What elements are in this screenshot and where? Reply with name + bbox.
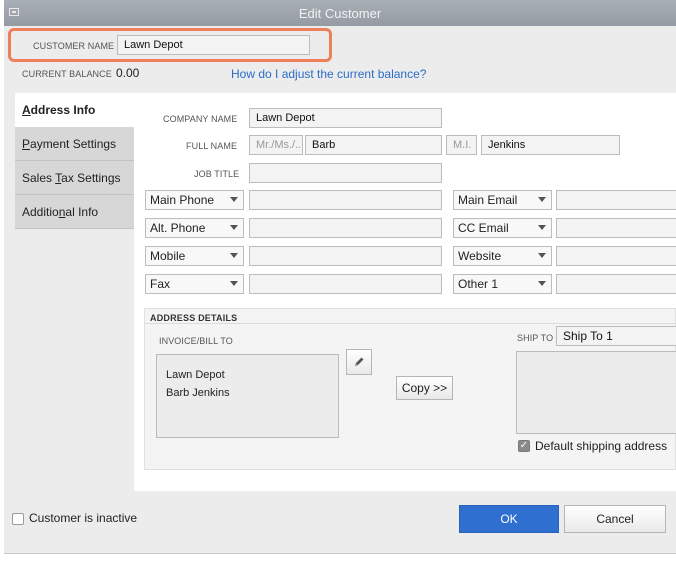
mobile-input[interactable] <box>249 246 442 266</box>
chevron-down-icon <box>230 225 238 230</box>
tab-address-info[interactable]: Address Info <box>15 93 134 127</box>
edit-address-button[interactable] <box>346 349 372 375</box>
tab-payment-settings[interactable]: Payment Settings <box>15 127 134 161</box>
ship-to-address[interactable] <box>516 351 676 434</box>
edit-customer-window: Edit Customer CUSTOMER NAME Lawn Depot C… <box>4 0 676 554</box>
website-input[interactable] <box>556 246 676 266</box>
customer-inactive-label: Customer is inactive <box>29 511 138 525</box>
bill-to-address[interactable]: Lawn Depot Barb Jenkins <box>156 354 339 438</box>
mobile-type-select[interactable]: Mobile <box>145 246 244 266</box>
name-title-input[interactable]: Mr./Ms./... <box>249 135 303 155</box>
current-balance-label: CURRENT BALANCE <box>22 69 112 79</box>
other-type-select[interactable]: Other 1 <box>453 274 552 294</box>
other-input[interactable] <box>556 274 676 294</box>
default-shipping-label: Default shipping address <box>535 439 668 453</box>
address-info-panel: COMPANY NAME Lawn Depot FULL NAME Mr./Ms… <box>134 93 676 491</box>
cc-email-type-select[interactable]: CC Email <box>453 218 552 238</box>
fax-type-select[interactable]: Fax <box>145 274 244 294</box>
cancel-button[interactable]: Cancel <box>564 505 666 533</box>
alt-phone-input[interactable] <box>249 218 442 238</box>
customer-tabs: Address Info Payment Settings Sales Tax … <box>15 93 134 229</box>
job-title-label: JOB TITLE <box>194 169 240 179</box>
ship-to-select[interactable]: Ship To 1 <box>556 326 676 346</box>
customer-name-input[interactable]: Lawn Depot <box>117 35 310 55</box>
cc-email-input[interactable] <box>556 218 676 238</box>
title-bar: Edit Customer <box>4 0 676 26</box>
last-name-input[interactable]: Jenkins <box>481 135 620 155</box>
fax-input[interactable] <box>249 274 442 294</box>
main-email-input[interactable] <box>556 190 676 210</box>
company-name-input[interactable]: Lawn Depot <box>249 108 442 128</box>
copy-address-button[interactable]: Copy >> <box>396 376 453 400</box>
chevron-down-icon <box>538 225 546 230</box>
job-title-input[interactable] <box>249 163 442 183</box>
pencil-icon <box>355 357 364 366</box>
tab-sales-tax-settings[interactable]: Sales Tax Settings <box>15 161 134 195</box>
address-details-heading: ADDRESS DETAILS <box>150 313 238 323</box>
chevron-down-icon <box>230 197 238 202</box>
middle-initial-input[interactable]: M.I. <box>446 135 477 155</box>
chevron-down-icon <box>538 281 546 286</box>
main-phone-input[interactable] <box>249 190 442 210</box>
chevron-down-icon <box>538 253 546 258</box>
bill-to-line: Lawn Depot <box>166 369 225 381</box>
window-title: Edit Customer <box>298 6 382 21</box>
alt-phone-type-select[interactable]: Alt. Phone <box>145 218 244 238</box>
bill-to-line: Barb Jenkins <box>166 387 230 399</box>
adjust-balance-link[interactable]: How do I adjust the current balance? <box>231 67 426 81</box>
full-name-label: FULL NAME <box>186 141 238 151</box>
bill-to-label: INVOICE/BILL TO <box>159 336 233 346</box>
website-type-select[interactable]: Website <box>453 246 552 266</box>
main-email-type-select[interactable]: Main Email <box>453 190 552 210</box>
address-details-section: ADDRESS DETAILS INVOICE/BILL TO Lawn Dep… <box>144 308 676 470</box>
divider <box>145 323 676 324</box>
customer-name-label: CUSTOMER NAME <box>33 41 115 51</box>
chevron-down-icon <box>538 197 546 202</box>
ok-button[interactable]: OK <box>459 505 559 533</box>
customer-inactive-checkbox[interactable] <box>12 513 24 525</box>
company-name-label: COMPANY NAME <box>163 114 238 124</box>
first-name-input[interactable]: Barb <box>305 135 442 155</box>
default-shipping-checkbox[interactable]: ✓ <box>518 440 530 452</box>
ship-to-label: SHIP TO <box>517 333 554 343</box>
chevron-down-icon <box>230 253 238 258</box>
main-phone-type-select[interactable]: Main Phone <box>145 190 244 210</box>
tab-additional-info[interactable]: Additional Info <box>15 195 134 229</box>
chevron-down-icon <box>230 281 238 286</box>
current-balance-value: 0.00 <box>116 66 140 80</box>
